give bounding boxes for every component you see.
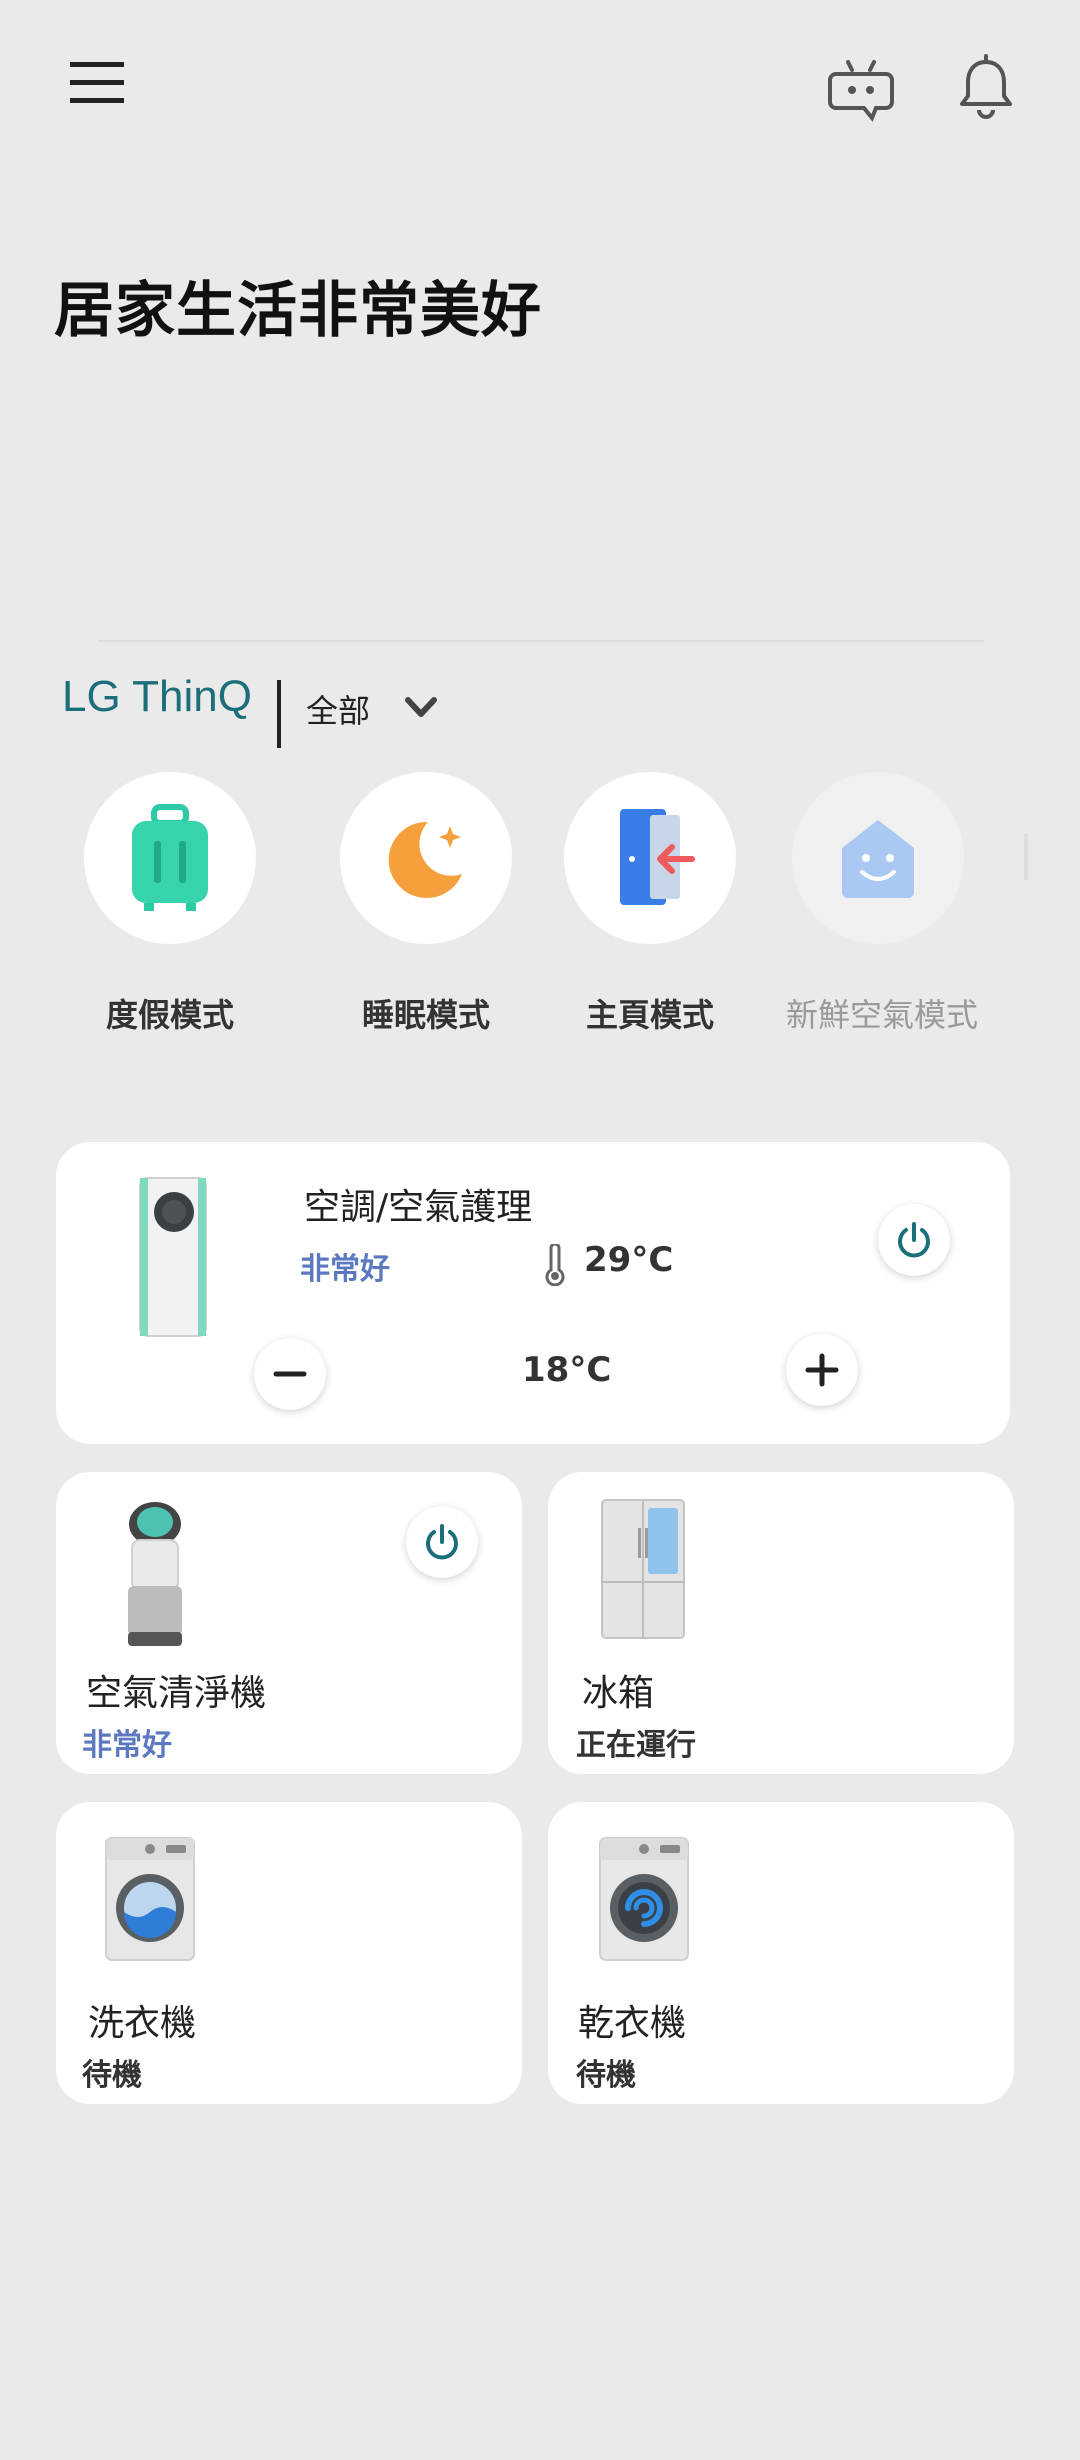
mode-label: 主頁模式 [585, 996, 714, 1034]
mode-home-button[interactable] [564, 772, 736, 944]
air-conditioner-image [139, 1177, 207, 1337]
ac-power-button[interactable] [878, 1204, 950, 1276]
device-title: 洗衣機 [88, 2003, 197, 2044]
door-icon [620, 809, 695, 905]
chevron-down-icon[interactable] [400, 690, 442, 726]
bell-icon[interactable] [956, 54, 1016, 124]
mode-fresh-air-button[interactable] [792, 772, 964, 944]
minus-icon [273, 1371, 307, 1377]
refrigerator-image [601, 1499, 685, 1639]
ac-title: 空調/空氣護理 [304, 1187, 533, 1228]
greeting-title: 居家生活非常美好 [54, 276, 542, 346]
air-purifier-power-button[interactable] [406, 1506, 478, 1578]
moon-icon [388, 821, 462, 898]
dryer-image [599, 1837, 689, 1961]
thermometer-icon [545, 1244, 565, 1286]
device-title: 空氣清淨機 [86, 1673, 267, 1714]
air-purifier-image [128, 1502, 182, 1646]
ac-status: 非常好 [300, 1252, 390, 1287]
plus-icon [805, 1353, 839, 1387]
temp-decrease-button[interactable] [254, 1338, 326, 1410]
mode-label: 新鮮空氣模式 [785, 996, 978, 1034]
device-status: 待機 [82, 2058, 142, 2093]
power-icon [426, 1524, 458, 1560]
device-status: 待機 [576, 2058, 636, 2093]
power-icon [898, 1222, 930, 1258]
mode-sleep-button[interactable] [340, 772, 512, 944]
device-status: 正在運行 [576, 1728, 696, 1763]
brand-logo: LG ThinQ [62, 672, 252, 721]
temp-increase-button[interactable] [786, 1334, 858, 1406]
device-status: 非常好 [82, 1728, 172, 1763]
ac-set-temp: 18°C [522, 1350, 612, 1390]
device-title: 冰箱 [582, 1673, 655, 1714]
scroll-hint [1024, 834, 1028, 880]
brand-separator [277, 680, 281, 748]
home-filter-label[interactable]: 全部 [306, 686, 370, 732]
chatbot-icon[interactable] [826, 52, 896, 122]
divider [98, 640, 984, 642]
mode-vacation-button[interactable] [84, 772, 256, 944]
mode-label: 度假模式 [105, 996, 234, 1034]
smile-house-icon [842, 820, 914, 898]
ac-current-temp: 29°C [584, 1240, 674, 1280]
suitcase-icon [132, 804, 208, 911]
washer-image [105, 1837, 195, 1961]
device-title: 乾衣機 [578, 2003, 687, 2044]
hamburger-icon[interactable] [68, 58, 128, 108]
mode-label: 睡眠模式 [361, 996, 490, 1034]
